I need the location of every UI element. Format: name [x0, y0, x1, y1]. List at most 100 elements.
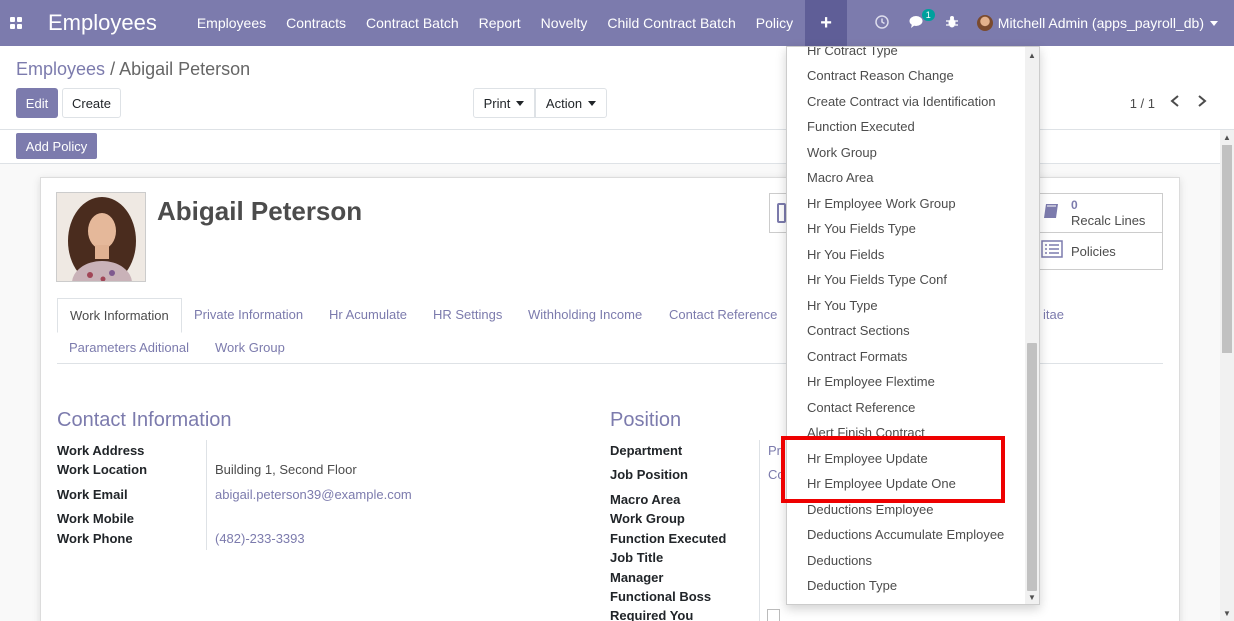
tab-private-information[interactable]: Private Information [194, 307, 303, 322]
policies-label: Policies [1071, 243, 1116, 259]
tab-hr-acumulate[interactable]: Hr Acumulate [329, 307, 407, 322]
tab-work-group[interactable]: Work Group [215, 340, 285, 355]
dropdown-scrollbar-thumb[interactable] [1027, 343, 1037, 591]
dropdown-item[interactable]: Hr You Type [807, 298, 878, 313]
systray: 1 Mitchell Admin (apps_payroll_db) [865, 0, 1234, 46]
page-scrollbar[interactable]: ▲ ▼ [1220, 130, 1234, 621]
user-menu[interactable]: Mitchell Admin (apps_payroll_db) [969, 15, 1234, 31]
bug-icon[interactable] [935, 15, 969, 32]
chat-icon[interactable]: 1 [899, 8, 935, 32]
policies-button[interactable]: Policies [1034, 232, 1163, 270]
dropdown-item[interactable]: Hr Employee Flextime [807, 374, 935, 389]
scroll-down-icon[interactable]: ▼ [1028, 593, 1036, 602]
required-you-checkbox[interactable] [767, 609, 780, 621]
menu-contract-batch[interactable]: Contract Batch [356, 0, 469, 46]
chevron-down-icon [1210, 20, 1218, 26]
manager-label: Manager [610, 570, 664, 585]
dropdown-item[interactable]: Hr You Fields [807, 247, 884, 262]
tab-withholding-income[interactable]: Withholding Income [528, 307, 642, 322]
menu-child-contract-batch[interactable]: Child Contract Batch [597, 0, 745, 46]
menu-policy[interactable]: Policy [746, 0, 803, 46]
work-location-value: Building 1, Second Floor [215, 462, 357, 477]
chevron-right-icon[interactable] [1196, 94, 1208, 113]
top-navbar: Employees Employees Contracts Contract B… [0, 0, 1234, 46]
book-icon [1041, 201, 1063, 226]
dropdown-item[interactable]: Macro Area [807, 170, 873, 185]
dropdown-item[interactable]: Hr Employee Work Group [807, 196, 956, 211]
work-address-label: Work Address [57, 443, 145, 458]
pager-value[interactable]: 1 / 1 [1130, 96, 1155, 111]
clock-icon[interactable] [865, 14, 899, 32]
breadcrumb-current: Abigail Peterson [119, 59, 251, 79]
department-value[interactable]: Pr [768, 443, 781, 458]
breadcrumb-employees[interactable]: Employees [16, 59, 105, 79]
menu-novelty[interactable]: Novelty [531, 0, 598, 46]
recalc-lines-label: Recalc Lines [1071, 213, 1146, 228]
job-title-label: Job Title [610, 550, 664, 565]
scroll-down-icon[interactable]: ▼ [1223, 609, 1231, 618]
work-email-label: Work Email [57, 487, 128, 502]
tab-curriculum-partial[interactable]: itae [1043, 307, 1064, 322]
action-dropdown[interactable]: Action [535, 88, 607, 118]
contact-information-title: Contact Information [57, 409, 232, 431]
dropdown-item[interactable]: Hr Cotract Type [807, 47, 898, 58]
required-you-label: Required You [610, 608, 694, 621]
list-icon [1041, 239, 1063, 263]
dropdown-item[interactable]: Contact Reference [807, 400, 915, 415]
clipboard-icon [777, 203, 786, 223]
menu-report[interactable]: Report [469, 0, 531, 46]
page-scrollbar-thumb[interactable] [1222, 145, 1232, 353]
employee-photo[interactable] [56, 192, 146, 282]
print-dropdown[interactable]: Print [473, 88, 535, 118]
dropdown-item[interactable]: Contract Formats [807, 349, 907, 364]
dropdown-item[interactable]: Work Group [807, 145, 877, 160]
chevron-down-icon [516, 100, 525, 106]
tab-parameters-aditional[interactable]: Parameters Aditional [69, 340, 189, 355]
create-button[interactable]: Create [62, 88, 121, 118]
position-title: Position [610, 409, 682, 431]
tab-hr-settings[interactable]: HR Settings [433, 307, 502, 322]
control-panel: Employees / Abigail Peterson Edit Create… [0, 46, 1234, 130]
scroll-up-icon[interactable]: ▲ [1223, 133, 1231, 142]
work-group-label: Work Group [610, 511, 685, 526]
tab-contact-reference[interactable]: Contact Reference [669, 307, 777, 322]
chevron-down-icon [588, 100, 597, 106]
functional-boss-label: Functional Boss [610, 589, 712, 604]
dropdown-item[interactable]: Hr You Fields Type [807, 221, 916, 236]
app-brand[interactable]: Employees [48, 10, 157, 36]
menu-contracts[interactable]: Contracts [276, 0, 356, 46]
chevron-left-icon[interactable] [1169, 94, 1181, 113]
breadcrumb: Employees / Abigail Peterson [16, 59, 250, 80]
dropdown-item[interactable]: Deductions [807, 553, 872, 568]
avatar [976, 15, 993, 31]
chat-count-badge: 1 [921, 8, 935, 21]
divider [759, 440, 760, 621]
work-email-value[interactable]: abigail.peterson39@example.com [215, 487, 412, 502]
dropdown-item[interactable]: Deductions Employee [807, 502, 933, 517]
add-policy-button[interactable]: Add Policy [16, 133, 97, 159]
scroll-up-icon[interactable]: ▲ [1028, 51, 1036, 60]
dropdown-item[interactable]: Deduction Type [807, 578, 897, 593]
menu-employees[interactable]: Employees [187, 0, 276, 46]
recalc-lines-button[interactable]: 0 Recalc Lines [1034, 193, 1163, 233]
work-phone-value[interactable]: (482)-233-3393 [215, 531, 305, 546]
dropdown-item[interactable]: Create Contract via Identification [807, 94, 996, 109]
plus-menu-button[interactable]: + [805, 0, 848, 46]
smart-button-partial[interactable] [769, 193, 787, 233]
plus-dropdown-menu: Hr Cotract Type Contract Reason Change C… [786, 46, 1040, 605]
dropdown-item[interactable]: Function Executed [807, 119, 915, 134]
dropdown-item[interactable]: Contract Reason Change [807, 68, 954, 83]
user-name: Mitchell Admin (apps_payroll_db) [997, 15, 1204, 31]
apps-menu-icon[interactable] [0, 0, 32, 46]
highlight-box [781, 436, 1005, 503]
dropdown-item[interactable]: Deductions Accumulate Employee [807, 527, 1004, 542]
dropdown-scrollbar[interactable]: ▲ ▼ [1025, 47, 1039, 604]
print-label: Print [483, 95, 511, 111]
dropdown-item[interactable]: Hr You Fields Type Conf [807, 272, 947, 287]
tab-work-information[interactable]: Work Information [57, 298, 182, 333]
work-phone-label: Work Phone [57, 531, 133, 546]
dropdown-item[interactable]: Contract Sections [807, 323, 910, 338]
employee-name: Abigail Peterson [157, 196, 363, 226]
edit-button[interactable]: Edit [16, 88, 58, 118]
recalc-lines-count: 0 [1071, 198, 1078, 212]
